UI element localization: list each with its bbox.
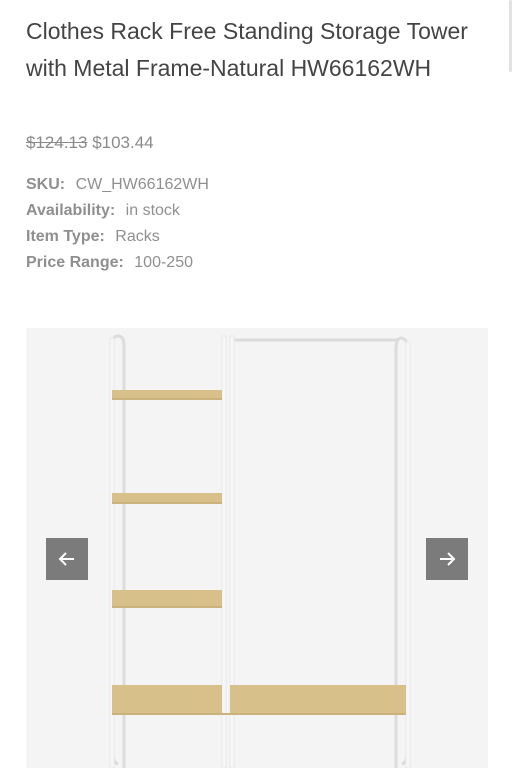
spec-row-price-range: Price Range: 100-250 xyxy=(26,250,209,276)
spec-label: SKU: xyxy=(26,176,66,193)
price-block: $124.13 $103.44 xyxy=(26,133,154,153)
spec-value: in stock xyxy=(125,202,180,219)
page-scrollbar[interactable] xyxy=(509,0,512,72)
original-price: $124.13 xyxy=(26,133,88,152)
gallery-next-button[interactable] xyxy=(426,538,468,580)
spec-value: CW_HW66162WH xyxy=(75,176,209,193)
spec-label: Item Type: xyxy=(26,228,105,245)
spec-value: Racks xyxy=(115,228,160,245)
product-specs: SKU: CW_HW66162WH Availability: in stock… xyxy=(26,172,209,276)
spec-row-sku: SKU: CW_HW66162WH xyxy=(26,172,209,198)
product-image-gallery[interactable] xyxy=(26,328,488,768)
spec-row-item-type: Item Type: Racks xyxy=(26,224,209,250)
product-title: Clothes Rack Free Standing Storage Tower… xyxy=(26,18,468,81)
gallery-prev-button[interactable] xyxy=(46,538,88,580)
sale-price: $103.44 xyxy=(92,133,154,152)
arrow-left-icon xyxy=(58,552,74,566)
product-image xyxy=(109,334,411,768)
spec-label: Price Range: xyxy=(26,254,124,271)
spec-label: Availability: xyxy=(26,202,116,219)
arrow-right-icon xyxy=(440,552,456,566)
shelves xyxy=(112,390,406,715)
spec-value: 100-250 xyxy=(134,254,193,271)
spec-row-availability: Availability: in stock xyxy=(26,198,209,224)
